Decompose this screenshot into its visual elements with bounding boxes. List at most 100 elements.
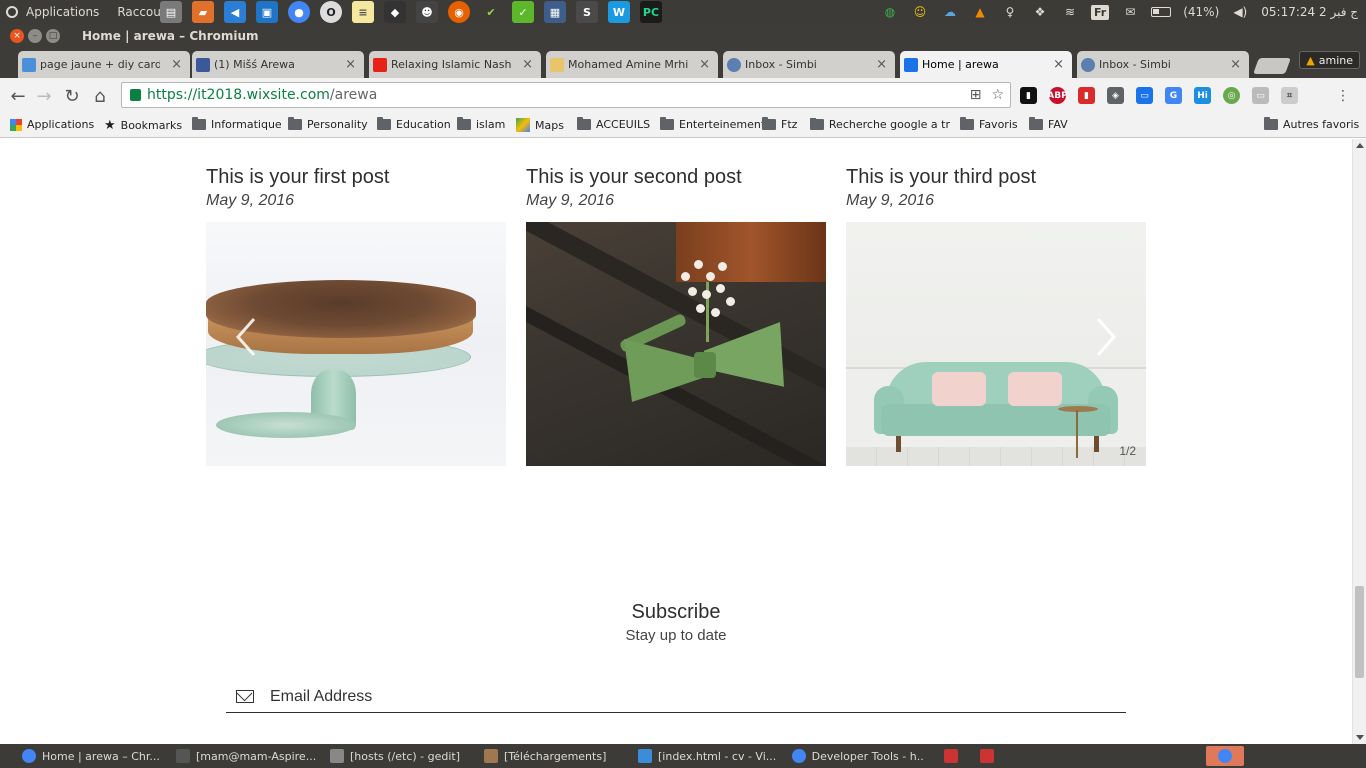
- bookmark-maps[interactable]: Maps: [516, 118, 564, 132]
- tab-youtube[interactable]: Relaxing Islamic Nashe ×: [369, 51, 541, 78]
- sublime-icon[interactable]: S: [576, 1, 598, 23]
- bookmark-enterteinement[interactable]: Enterteinement: [660, 117, 765, 131]
- new-tab-button[interactable]: [1253, 58, 1291, 74]
- scrollbar-thumb[interactable]: [1355, 586, 1364, 678]
- flipboard-icon[interactable]: ▮: [1020, 87, 1037, 104]
- tab-inbox-1[interactable]: Inbox - Simbi ×: [723, 51, 895, 78]
- home-icon[interactable]: ⌂: [90, 86, 110, 107]
- post-title[interactable]: This is your second post: [526, 166, 826, 192]
- bookmark-personality[interactable]: Personality: [288, 117, 368, 131]
- ubuntu-logo-icon[interactable]: [6, 6, 18, 18]
- tab-home-arewa[interactable]: Home | arewa ×: [900, 51, 1072, 78]
- tab-mohamed[interactable]: Mohamed Amine Mrhili ×: [546, 51, 718, 78]
- system-clock[interactable]: 05:17:24 2 ج فبر: [1261, 5, 1358, 19]
- tab-inbox-2[interactable]: Inbox - Simbi ×: [1077, 51, 1249, 78]
- blog-post-card[interactable]: This is your third post May 9, 2016 1/2: [846, 166, 1146, 466]
- pycharm-icon[interactable]: PC: [640, 1, 662, 23]
- minimize-window-icon[interactable]: –: [28, 29, 42, 43]
- taskbar-item-app1[interactable]: [944, 746, 958, 766]
- taskbar-item-app2[interactable]: [980, 746, 994, 766]
- chromium-icon[interactable]: ●: [288, 1, 310, 23]
- profile-button[interactable]: ▲ amine: [1299, 51, 1360, 69]
- inkscape-icon[interactable]: ◆: [384, 1, 406, 23]
- address-bar[interactable]: https://it2018.wixsite.com/arewa ⊞ ☆: [121, 82, 1011, 108]
- forward-icon[interactable]: →: [34, 86, 54, 107]
- files-icon[interactable]: ▤: [160, 1, 182, 23]
- tab-close-icon[interactable]: ×: [1230, 57, 1241, 72]
- firefox-icon[interactable]: ◉: [448, 1, 470, 23]
- workspace-switcher[interactable]: [1206, 746, 1244, 766]
- tab-close-icon[interactable]: ×: [522, 57, 533, 72]
- blog-post-card[interactable]: This is your first post May 9, 2016: [206, 166, 506, 466]
- applications-menu[interactable]: Applications: [26, 5, 99, 19]
- crop-ext-icon[interactable]: ⌗: [1281, 87, 1298, 104]
- back-icon[interactable]: ←: [8, 86, 28, 107]
- tab-page-jaune[interactable]: page jaune + diy card v ×: [18, 51, 190, 78]
- tab-close-icon[interactable]: ×: [699, 57, 710, 72]
- post-title[interactable]: This is your third post: [846, 166, 1146, 192]
- vlc-icon[interactable]: ▲: [971, 3, 989, 21]
- shield-icon[interactable]: ◈: [1107, 87, 1124, 104]
- battery-icon[interactable]: [1151, 7, 1172, 17]
- tab-close-icon[interactable]: ×: [171, 57, 182, 72]
- bookmark-islam[interactable]: islam: [457, 117, 505, 131]
- google-translate-icon[interactable]: G: [1165, 87, 1182, 104]
- opera-icon[interactable]: O: [320, 1, 342, 23]
- bookmark-autres-favoris[interactable]: Autres favoris: [1264, 117, 1359, 131]
- scroll-up-icon[interactable]: [1356, 143, 1364, 148]
- bookmark-education[interactable]: Education: [377, 117, 451, 131]
- scroll-down-icon[interactable]: [1356, 735, 1364, 740]
- folder-icon[interactable]: ▰: [192, 1, 214, 23]
- gimp-icon[interactable]: ☻: [416, 1, 438, 23]
- email-input[interactable]: [270, 687, 1070, 706]
- chat-ext-icon[interactable]: ▭: [1252, 87, 1269, 104]
- vscode-icon[interactable]: ◀: [224, 1, 246, 23]
- page-scrollbar[interactable]: [1352, 139, 1366, 744]
- tab-facebook[interactable]: (1) Mišś Arewa ×: [192, 51, 364, 78]
- tasks-icon[interactable]: ✔: [480, 1, 502, 23]
- dropbox-icon[interactable]: ❖: [1031, 3, 1049, 21]
- reload-icon[interactable]: ↻: [62, 86, 82, 107]
- bookmark-ext-icon[interactable]: ▮: [1078, 87, 1095, 104]
- sync-icon[interactable]: ◍: [881, 3, 899, 21]
- tab-close-icon[interactable]: ×: [1053, 57, 1064, 72]
- gallery-next-arrow-icon[interactable]: [1090, 315, 1120, 359]
- webstorm-icon[interactable]: W: [608, 1, 630, 23]
- bookmark-informatique[interactable]: Informatique: [192, 117, 282, 131]
- taskbar-item-terminal[interactable]: [mam@mam-Aspire...: [176, 746, 321, 766]
- taskbar-item-vscode[interactable]: [index.html - cv - Vi...: [638, 746, 778, 766]
- bookmark-favoris[interactable]: Favoris: [960, 117, 1018, 131]
- checklist-icon[interactable]: ✓: [512, 1, 534, 23]
- mail-icon[interactable]: ✉: [1121, 3, 1139, 21]
- wifi-icon[interactable]: ≋: [1061, 3, 1079, 21]
- sync-ext-icon[interactable]: ◎: [1223, 87, 1240, 104]
- tab-close-icon[interactable]: ×: [345, 57, 356, 72]
- terminal-icon[interactable]: ▦: [544, 1, 566, 23]
- bookmark-ftz[interactable]: Ftz: [762, 117, 797, 131]
- bookmark-star-icon[interactable]: ☆: [991, 87, 1004, 103]
- translate-icon[interactable]: ⊞: [970, 87, 982, 103]
- taskbar-item-chromium[interactable]: Home | arewa – Chr...: [22, 746, 162, 766]
- post-title[interactable]: This is your first post: [206, 166, 506, 192]
- screen-ext-icon[interactable]: ▭: [1136, 87, 1153, 104]
- blog-post-card[interactable]: This is your second post May 9, 2016: [526, 166, 826, 466]
- notes-icon[interactable]: ≡: [352, 1, 374, 23]
- post-image-bowtie[interactable]: [526, 222, 826, 466]
- lightbulb-icon[interactable]: ♀: [1001, 3, 1019, 21]
- bookmark-applications[interactable]: Applications: [10, 118, 94, 131]
- taskbar-item-gedit[interactable]: [hosts (/etc) - gedit]: [330, 746, 475, 766]
- maximize-window-icon[interactable]: □: [46, 29, 60, 43]
- tab-close-icon[interactable]: ×: [876, 57, 887, 72]
- screenshot-icon[interactable]: ▣: [256, 1, 278, 23]
- bookmark-recherche[interactable]: Recherche google a tr: [810, 118, 950, 131]
- weather-icon[interactable]: ☁: [941, 3, 959, 21]
- pet-icon[interactable]: ☺: [911, 3, 929, 21]
- menu-icon[interactable]: ⋮: [1336, 88, 1350, 104]
- adblock-icon[interactable]: ABP: [1047, 87, 1068, 104]
- hi-ext-icon[interactable]: Hi: [1194, 87, 1211, 104]
- volume-icon[interactable]: ◀): [1231, 3, 1249, 21]
- keyboard-layout-indicator[interactable]: Fr: [1090, 4, 1110, 20]
- taskbar-item-downloads[interactable]: [Téléchargements]: [484, 746, 629, 766]
- bookmark-acceuils[interactable]: ACCEUILS: [577, 117, 650, 131]
- bookmark-bookmarks[interactable]: ★ Bookmarks: [104, 118, 182, 133]
